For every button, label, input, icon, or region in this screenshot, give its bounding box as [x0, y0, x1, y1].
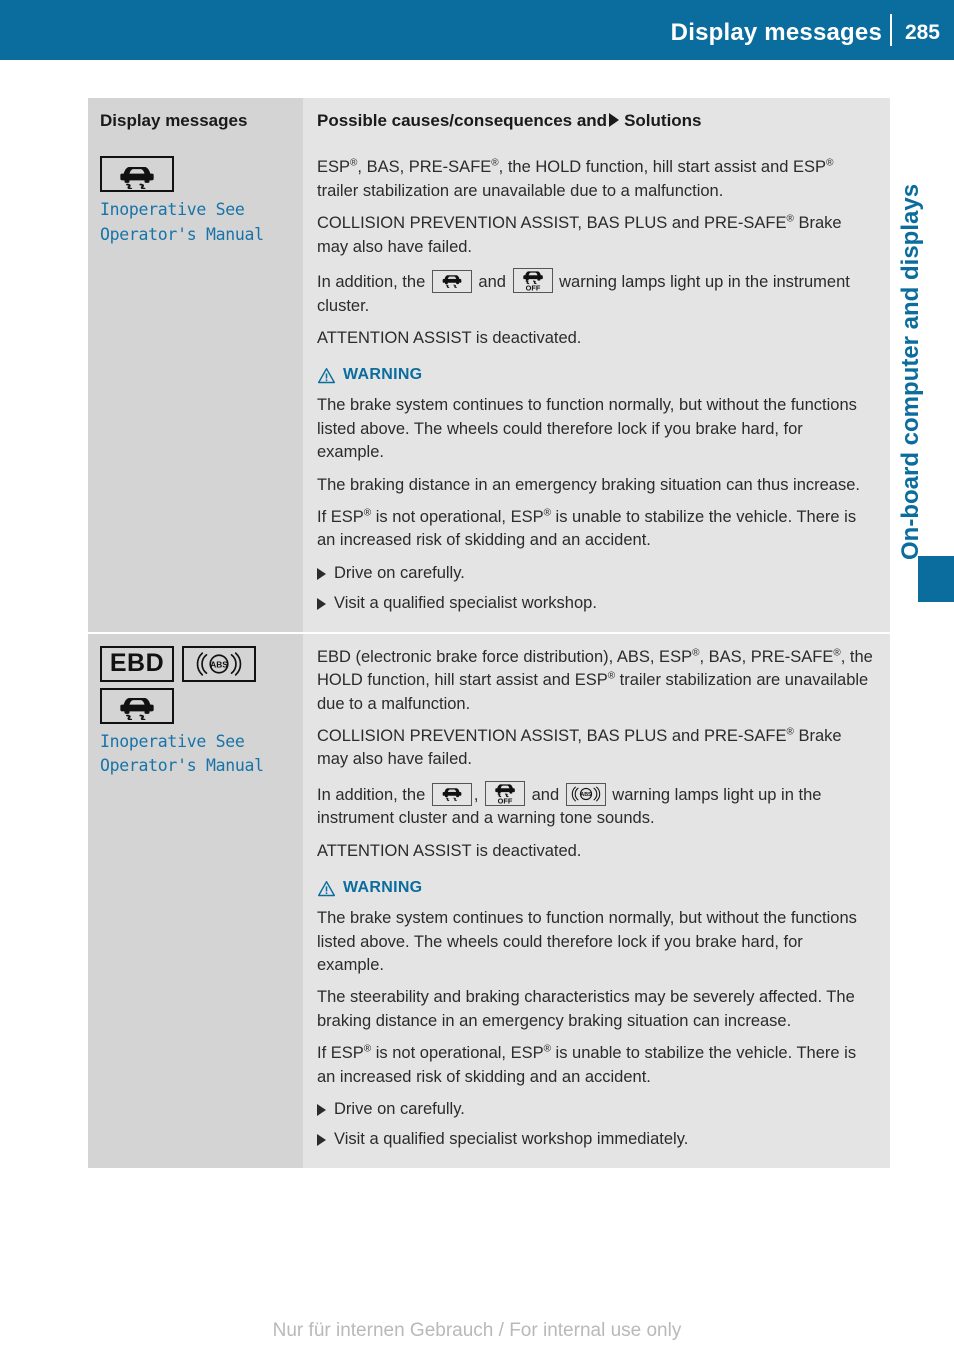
- solution-triangle-icon: [317, 1104, 326, 1117]
- symbol-row: [100, 156, 289, 193]
- esp-skid-icon: [431, 782, 472, 806]
- page-title: Display messages: [670, 19, 882, 46]
- table-row: Inoperative See Operator's Manual ESP®, B…: [88, 144, 890, 632]
- warning-paragraph: The brake system continues to function n…: [317, 909, 857, 974]
- solution-text: Drive on carefully.: [334, 1100, 465, 1119]
- symbol-row: [100, 687, 289, 724]
- esp-skid-icon: [100, 156, 174, 193]
- warning-paragraph: The steerability and braking characteris…: [317, 988, 855, 1030]
- warning-label: WARNING: [343, 879, 423, 897]
- solution-item: Drive on carefully.: [317, 562, 874, 585]
- table-header-cell-left: Display messages: [88, 98, 303, 145]
- warning-label: WARNING: [343, 366, 423, 384]
- body-paragraph: ATTENTION ASSIST is deactivated.: [317, 841, 582, 860]
- solution-text: Drive on carefully.: [334, 563, 465, 582]
- solution-text: Visit a qualified specialist workshop.: [334, 594, 597, 613]
- registered-mark: ®: [833, 647, 841, 659]
- body-paragraph: In addition, the , OFF and ABS warning l…: [317, 780, 874, 831]
- page-number: 285: [904, 21, 940, 44]
- body-paragraph: COLLISION PREVENTION ASSIST, BAS PLUS an…: [317, 726, 842, 769]
- warning-paragraph: The brake system continues to function n…: [317, 396, 857, 462]
- esp-off-icon: OFF: [485, 780, 526, 806]
- registered-mark: ®: [543, 1043, 551, 1055]
- esp-skid-icon: [431, 270, 472, 294]
- svg-text:ABS: ABS: [210, 659, 228, 669]
- solution-text: Visit a qualified specialist workshop im…: [334, 1130, 689, 1149]
- svg-text:OFF: OFF: [498, 797, 513, 805]
- body-paragraph: In addition, the and OFF warning lamps l…: [317, 268, 874, 318]
- column-header-causes-solutions: Possible causes/consequences and Solution…: [317, 111, 874, 131]
- warning-paragraph: The braking distance in an emergency bra…: [317, 475, 860, 494]
- body-paragraph: ATTENTION ASSIST is deactivated.: [317, 328, 582, 347]
- registered-mark: ®: [692, 647, 700, 659]
- table-header-row: Display messages Possible causes/consequ…: [88, 98, 890, 145]
- ebd-icon: EBD: [100, 645, 174, 682]
- chapter-tab-marker: [918, 556, 954, 602]
- header-divider: [890, 14, 892, 46]
- column-header-display-messages: Display messages: [100, 111, 248, 130]
- body-paragraph: ESP®, BAS, PRE-SAFE®, the HOLD function,…: [317, 157, 834, 200]
- table-row: EBD ABS Inoperative See Operator's Manual E…: [88, 633, 890, 1168]
- page-header-bar: Display messages 285: [0, 0, 954, 60]
- registered-mark: ®: [826, 157, 834, 169]
- warning-header: WARNING: [317, 366, 874, 384]
- registered-mark: ®: [363, 1043, 372, 1055]
- registered-mark: ®: [543, 507, 551, 519]
- solution-triangle-icon: [317, 567, 326, 580]
- body-paragraph: COLLISION PREVENTION ASSIST, BAS PLUS an…: [317, 213, 842, 256]
- table-body: Inoperative See Operator's Manual ESP®, B…: [88, 144, 890, 1168]
- solution-triangle-icon: [317, 1134, 326, 1147]
- chapter-tab-label: On-board computer and displays: [897, 183, 924, 560]
- registered-mark: ®: [786, 726, 794, 738]
- abs-icon: ABS: [182, 645, 256, 682]
- warning-paragraph: If ESP® is not operational, ESP® is unab…: [317, 1043, 857, 1086]
- abs-icon: ABS: [565, 782, 606, 806]
- table-header-cell-right: Possible causes/consequences and Solution…: [303, 98, 890, 145]
- solution-triangle-icon: [317, 598, 326, 611]
- registered-mark: ®: [350, 157, 358, 169]
- symbol-row: EBD ABS: [100, 645, 289, 682]
- footer-watermark: Nur für internen Gebrauch / For internal…: [272, 1320, 682, 1341]
- warning-header: WARNING: [317, 879, 874, 897]
- causes-solutions-cell: EBD (electronic brake force distribution…: [303, 633, 890, 1168]
- svg-text:ABS: ABS: [580, 792, 592, 798]
- solution-item: Visit a qualified specialist workshop im…: [317, 1128, 874, 1151]
- registered-mark: ®: [363, 507, 372, 519]
- display-message-cell: Inoperative See Operator's Manual: [88, 144, 303, 632]
- warning-paragraph: If ESP® is not operational, ESP® is unab…: [317, 507, 857, 550]
- causes-solutions-cell: ESP®, BAS, PRE-SAFE®, the HOLD function,…: [303, 144, 890, 632]
- svg-text:OFF: OFF: [525, 284, 540, 292]
- solution-item: Visit a qualified specialist workshop.: [317, 592, 874, 615]
- registered-mark: ®: [786, 213, 794, 225]
- esp-off-icon: OFF: [512, 268, 553, 294]
- display-message-cell: EBD ABS Inoperative See Operator's Manual: [88, 633, 303, 1168]
- display-message-text: Inoperative See Operator's Manual: [100, 731, 264, 776]
- column-header-causes-text: Possible causes/consequences and: [317, 111, 608, 130]
- solution-triangle-icon: [609, 113, 620, 127]
- display-messages-table: Display messages Possible causes/consequ…: [88, 98, 890, 1168]
- display-message-text: Inoperative See Operator's Manual: [100, 200, 264, 245]
- column-header-solutions-text: Solutions: [624, 111, 702, 130]
- registered-mark: ®: [491, 157, 499, 169]
- registered-mark: ®: [607, 670, 616, 682]
- solution-item: Drive on carefully.: [317, 1098, 874, 1121]
- esp-skid-icon: [100, 687, 174, 724]
- body-paragraph: EBD (electronic brake force distribution…: [317, 647, 873, 713]
